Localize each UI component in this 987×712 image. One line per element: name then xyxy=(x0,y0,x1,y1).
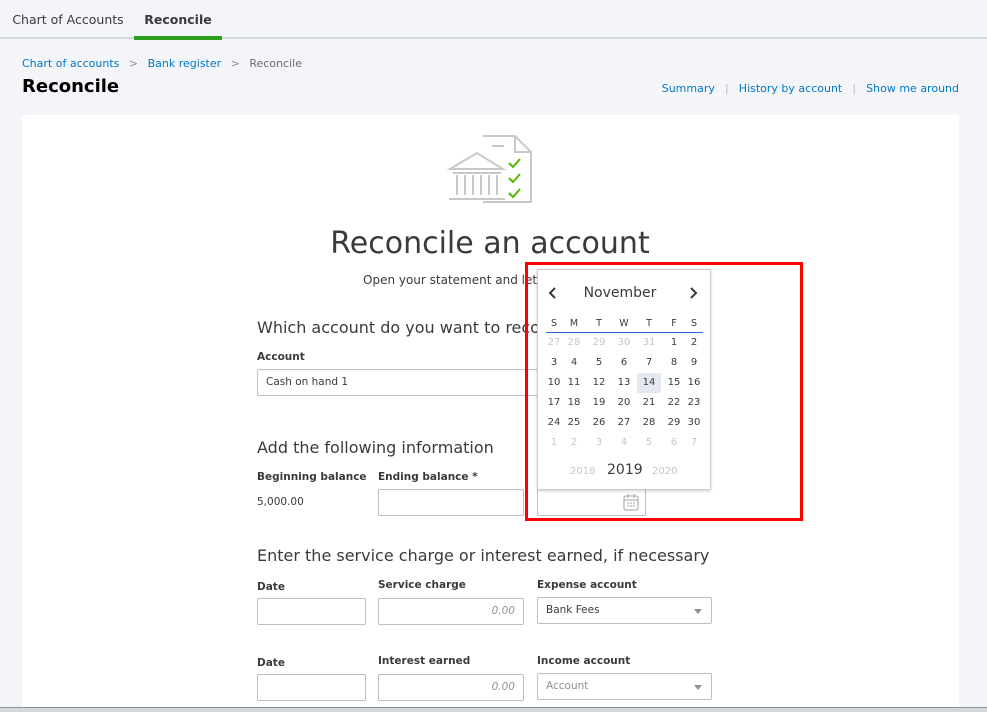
breadcrumb-separator: > xyxy=(128,57,139,70)
interest-earned-input[interactable]: 0.00 xyxy=(378,674,524,701)
history-by-account-link[interactable]: History by account xyxy=(739,82,842,95)
interest-earned-placeholder: 0.00 xyxy=(491,681,515,693)
section-heading-charges: Enter the service charge or interest ear… xyxy=(257,546,710,565)
beginning-balance-label: Beginning balance xyxy=(257,471,367,483)
show-me-around-link[interactable]: Show me around xyxy=(866,82,959,95)
interest-date-input[interactable] xyxy=(257,674,366,701)
income-account-placeholder: Account xyxy=(546,680,589,692)
interest-earned-label: Interest earned xyxy=(378,655,471,667)
income-account-select[interactable]: Account xyxy=(537,673,712,700)
service-charge-placeholder: 0.00 xyxy=(491,605,515,617)
ending-balance-label: Ending balance * xyxy=(378,471,478,483)
expense-account-value: Bank Fees xyxy=(546,604,600,616)
service-date-input[interactable] xyxy=(257,598,366,625)
expense-account-select[interactable]: Bank Fees xyxy=(537,597,712,624)
active-tab-indicator xyxy=(134,36,222,39)
highlight-box xyxy=(525,262,803,521)
breadcrumb-chart-of-accounts[interactable]: Chart of accounts xyxy=(22,57,119,70)
tab-chart-of-accounts[interactable]: Chart of Accounts xyxy=(8,0,128,38)
breadcrumb-bank-register[interactable]: Bank register xyxy=(148,57,222,70)
account-value: Cash on hand 1 xyxy=(266,376,349,388)
account-label: Account xyxy=(257,351,305,363)
breadcrumb-separator: > xyxy=(230,57,240,70)
card-title: Reconcile an account xyxy=(330,226,650,261)
dropdown-caret-icon xyxy=(694,609,702,614)
interest-date-label: Date xyxy=(257,657,285,669)
service-date-label: Date xyxy=(257,581,285,593)
expense-account-label: Expense account xyxy=(537,579,637,591)
tab-reconcile[interactable]: Reconcile xyxy=(134,0,222,40)
section-heading-account: Which account do you want to recon xyxy=(257,318,551,337)
bank-statement-icon xyxy=(446,135,532,203)
service-charge-input[interactable]: 0.00 xyxy=(378,598,524,625)
ending-balance-input[interactable] xyxy=(378,489,524,516)
bottom-scrollbar[interactable] xyxy=(0,707,987,712)
income-account-label: Income account xyxy=(537,655,631,667)
breadcrumb-current: Reconcile xyxy=(249,57,302,70)
section-heading-info: Add the following information xyxy=(257,438,494,457)
header-links: Summary | History by account | Show me a… xyxy=(661,82,959,95)
dropdown-caret-icon xyxy=(694,685,702,690)
page-title: Reconcile xyxy=(22,76,120,97)
card-subtitle: Open your statement and let xyxy=(363,273,538,287)
beginning-balance-value: 5,000.00 xyxy=(257,496,304,508)
breadcrumb: Chart of accounts > Bank register > Reco… xyxy=(22,57,302,70)
service-charge-label: Service charge xyxy=(378,579,466,591)
summary-link[interactable]: Summary xyxy=(662,82,715,95)
